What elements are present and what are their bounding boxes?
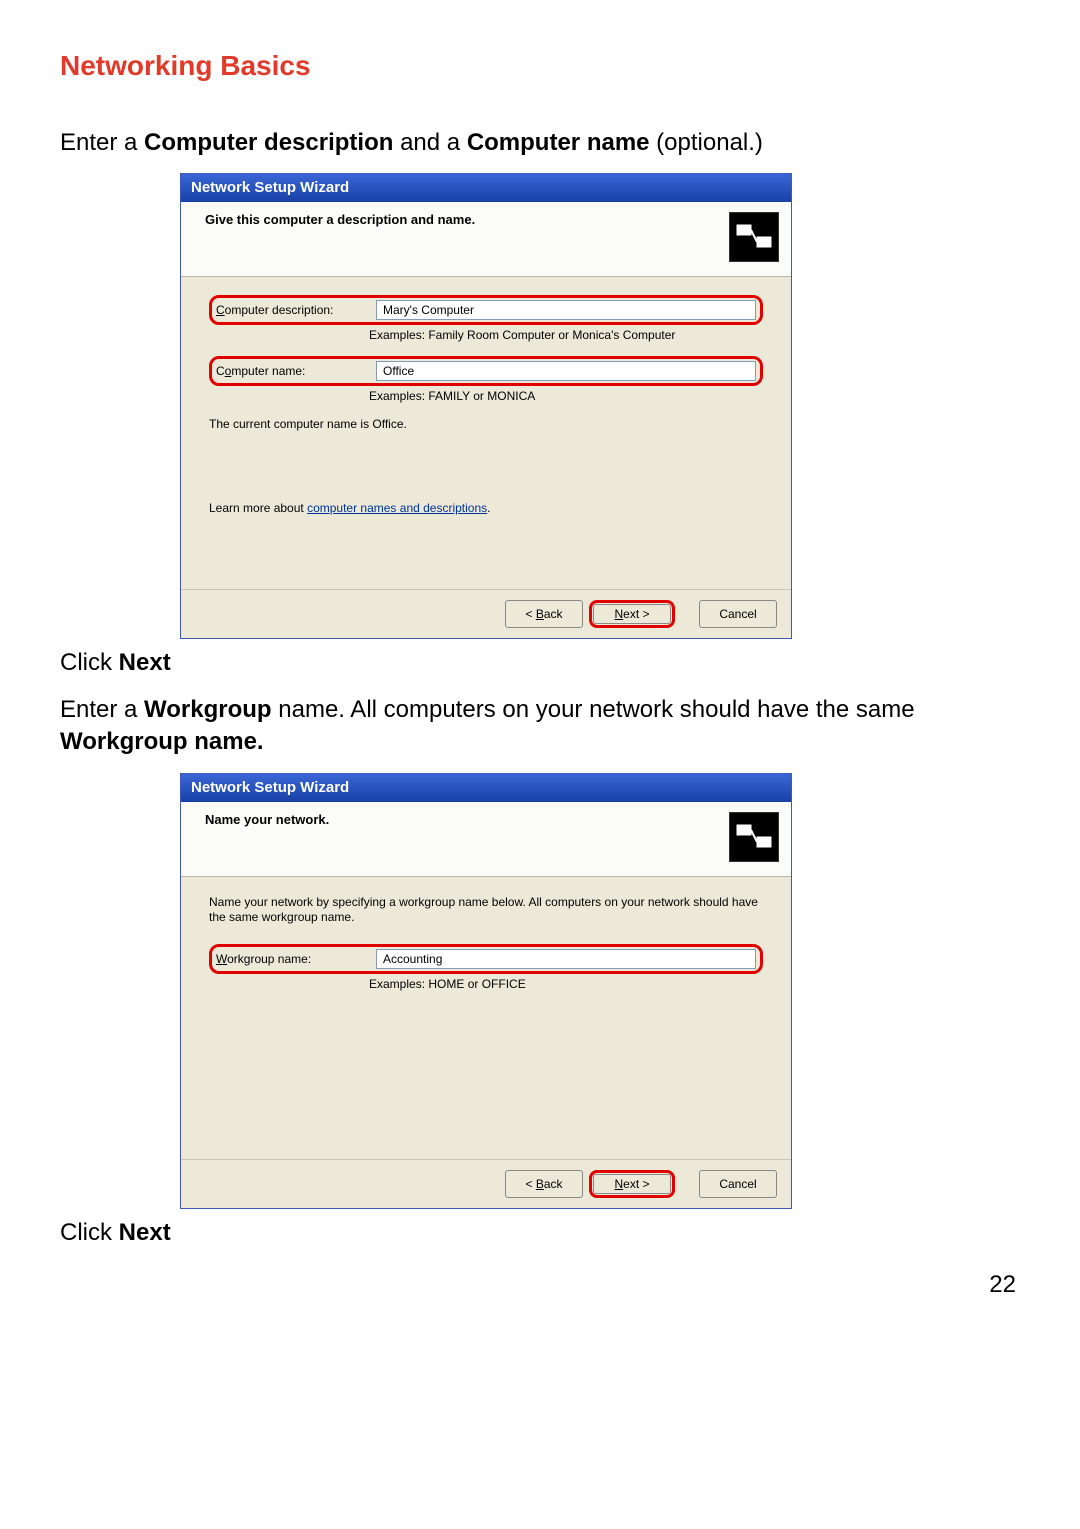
next-highlight: Next > xyxy=(589,1170,675,1198)
t: . xyxy=(487,501,490,515)
t: mputer name: xyxy=(231,364,305,378)
t: Click xyxy=(60,649,119,676)
next-button[interactable]: Next > xyxy=(593,1174,671,1194)
workgroup-description: Name your network by specifying a workgr… xyxy=(209,895,763,926)
computer-name-label: Computer name: xyxy=(216,364,376,378)
button-bar: < Back Next > Cancel xyxy=(181,1159,791,1208)
t: C xyxy=(216,303,225,317)
t: Click xyxy=(60,1219,119,1246)
t: < xyxy=(525,607,535,621)
back-button[interactable]: < Back xyxy=(505,600,583,628)
t: ack xyxy=(544,1177,563,1191)
t: N xyxy=(614,1177,623,1191)
page-heading: Networking Basics xyxy=(60,50,1020,82)
computer-name-example: Examples: FAMILY or MONICA xyxy=(369,389,763,403)
wizard-body: Name your network by specifying a workgr… xyxy=(181,877,791,1159)
learn-more: Learn more about computer names and desc… xyxy=(209,501,763,515)
instruction-2: Enter a Workgroup name. All computers on… xyxy=(60,694,1020,759)
t: Enter a xyxy=(60,129,144,156)
t: ext > xyxy=(623,607,649,621)
workgroup-input[interactable] xyxy=(376,949,756,969)
learn-more-link[interactable]: computer names and descriptions xyxy=(307,501,487,515)
t: name. All computers on your network shou… xyxy=(272,696,915,723)
t: B xyxy=(536,607,544,621)
computer-description-row: Computer description: xyxy=(209,295,763,325)
wizard-header-text: Give this computer a description and nam… xyxy=(205,212,475,227)
wizard-header-text: Name your network. xyxy=(205,812,329,827)
t: ack xyxy=(544,607,563,621)
workgroup-row: Workgroup name: xyxy=(209,944,763,974)
next-highlight: Next > xyxy=(589,600,675,628)
computer-description-input[interactable] xyxy=(376,300,756,320)
t: Learn more about xyxy=(209,501,307,515)
back-button[interactable]: < Back xyxy=(505,1170,583,1198)
t: W xyxy=(216,952,227,966)
wizard-body: Computer description: Examples: Family R… xyxy=(181,277,791,589)
t: Workgroup xyxy=(144,696,272,723)
workgroup-example: Examples: HOME or OFFICE xyxy=(369,977,763,991)
t: Workgroup name. xyxy=(60,728,264,755)
t: Enter a xyxy=(60,696,144,723)
wizard-dialog-1: Network Setup Wizard Give this computer … xyxy=(180,173,792,639)
cancel-button[interactable]: Cancel xyxy=(699,1170,777,1198)
network-wizard-icon xyxy=(729,812,779,862)
t: (optional.) xyxy=(650,129,763,156)
page-number: 22 xyxy=(60,1271,1016,1299)
click-next-2: Click Next xyxy=(60,1217,1020,1249)
t: Next xyxy=(119,1219,171,1246)
next-button[interactable]: Next > xyxy=(593,604,671,624)
t: omputer description: xyxy=(225,303,334,317)
t: N xyxy=(614,607,623,621)
computer-name-input[interactable] xyxy=(376,361,756,381)
workgroup-label: Workgroup name: xyxy=(216,952,376,966)
wizard-header: Give this computer a description and nam… xyxy=(181,202,791,277)
t: B xyxy=(536,1177,544,1191)
network-wizard-icon xyxy=(729,212,779,262)
t: < xyxy=(525,1177,535,1191)
t: ext > xyxy=(623,1177,649,1191)
wizard-header: Name your network. xyxy=(181,802,791,877)
t: C xyxy=(216,364,225,378)
current-computer-name: The current computer name is Office. xyxy=(209,417,763,431)
t: orkgroup name: xyxy=(227,952,311,966)
titlebar: Network Setup Wizard xyxy=(181,174,791,202)
click-next-1: Click Next xyxy=(60,647,1020,679)
computer-description-example: Examples: Family Room Computer or Monica… xyxy=(369,328,763,342)
t: Next xyxy=(119,649,171,676)
t: and a xyxy=(393,129,466,156)
t: Computer description xyxy=(144,129,393,156)
button-bar: < Back Next > Cancel xyxy=(181,589,791,638)
wizard-dialog-2: Network Setup Wizard Name your network. … xyxy=(180,773,792,1209)
computer-name-row: Computer name: xyxy=(209,356,763,386)
instruction-1: Enter a Computer description and a Compu… xyxy=(60,127,1020,159)
computer-description-label: Computer description: xyxy=(216,303,376,317)
cancel-button[interactable]: Cancel xyxy=(699,600,777,628)
t: Computer name xyxy=(467,129,650,156)
titlebar: Network Setup Wizard xyxy=(181,774,791,802)
